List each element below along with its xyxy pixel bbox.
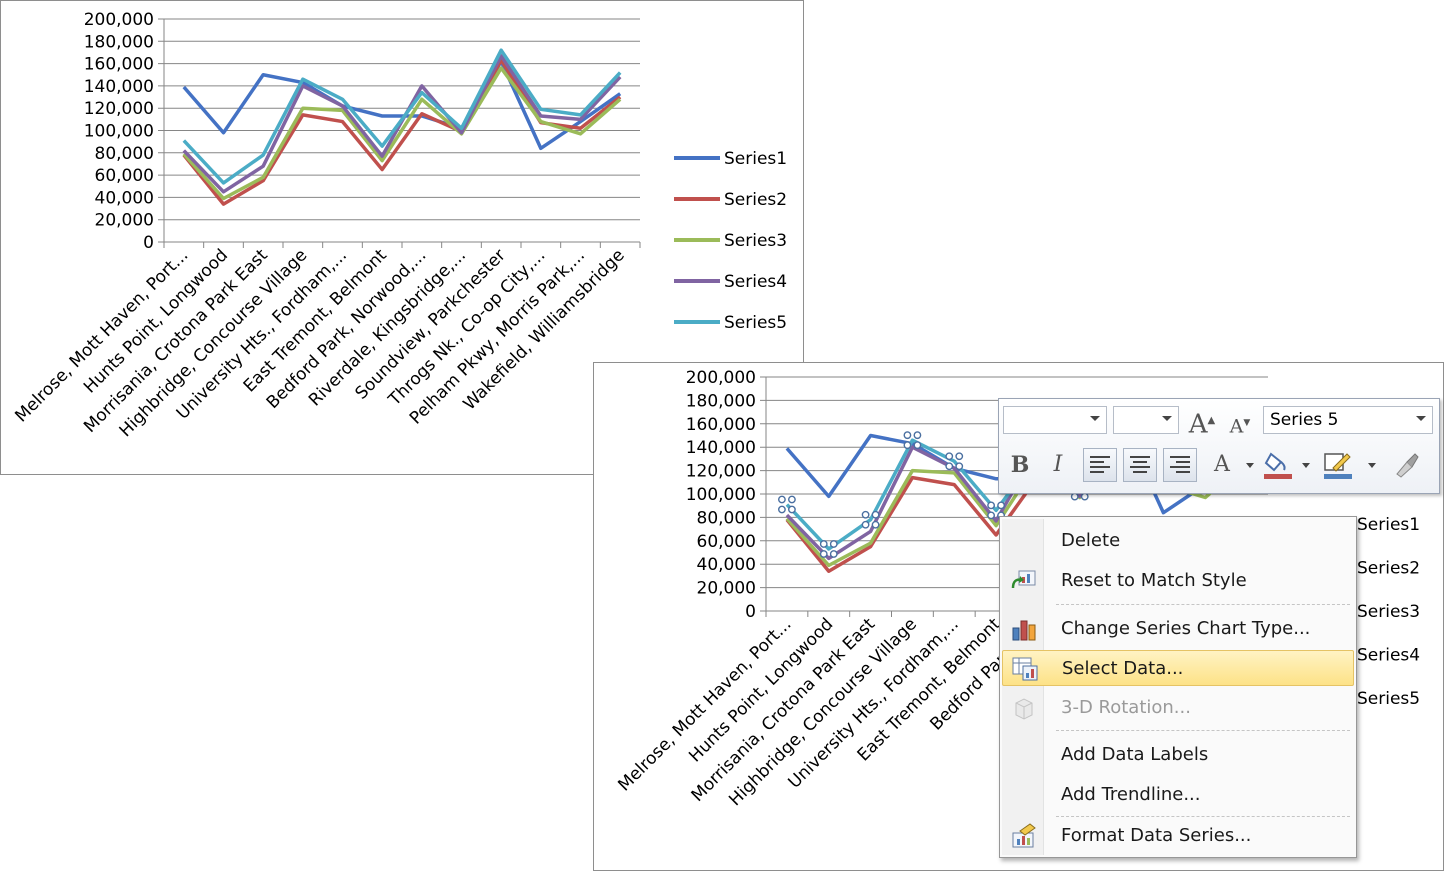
menu-item-label: Format Data Series... <box>1061 825 1252 846</box>
grow-font-button[interactable]: A▲ <box>1185 404 1219 440</box>
y-tick-label: 160,000 <box>84 55 154 75</box>
grow-font-icon: A <box>1188 409 1208 440</box>
bar-chart-icon <box>1012 620 1036 641</box>
menu-separator <box>1056 816 1350 817</box>
y-tick-label: 200,000 <box>84 10 154 30</box>
brush-icon <box>1396 453 1419 478</box>
font-name-combo[interactable] <box>1003 406 1107 434</box>
y-tick-label: 120,000 <box>686 462 756 482</box>
y-tick-label: 60,000 <box>95 166 154 186</box>
fill-color-dropdown-icon[interactable] <box>1302 463 1310 468</box>
legend-entry[interactable]: Series1 <box>724 149 787 169</box>
menu-item-reset-style[interactable]: Reset to Match Style <box>1002 563 1354 599</box>
align-left-icon <box>1090 456 1110 473</box>
y-tick-label: 0 <box>745 602 756 622</box>
menu-item-format-data-series[interactable]: Format Data Series... <box>1002 818 1354 854</box>
y-tick-label: 160,000 <box>686 415 756 435</box>
menu-item-label: Select Data... <box>1062 658 1184 679</box>
select-data-icon <box>1012 657 1038 681</box>
shrink-font-icon: A <box>1229 415 1244 438</box>
menu-item-label: 3-D Rotation... <box>1061 697 1191 718</box>
font-color-icon: A <box>1214 452 1230 477</box>
font-size-combo[interactable] <box>1113 406 1179 434</box>
y-tick-label: 20,000 <box>95 211 154 231</box>
y-tick-label: 180,000 <box>84 32 154 52</box>
paint-bucket-icon <box>1264 452 1292 479</box>
context-menu: Delete Reset to Match Style Change Serie… <box>999 516 1357 858</box>
align-center-button[interactable] <box>1123 448 1157 482</box>
menu-item-add-data-labels[interactable]: Add Data Labels <box>1002 737 1354 773</box>
y-tick-label: 100,000 <box>686 485 756 505</box>
y-tick-label: 140,000 <box>686 438 756 458</box>
menu-item-3d-rotation: 3-D Rotation... <box>1002 690 1354 726</box>
legend-entry[interactable]: Series1 <box>1357 515 1420 535</box>
y-tick-label: 60,000 <box>697 532 756 552</box>
format-painter-button[interactable] <box>1389 448 1423 482</box>
menu-item-select-data[interactable]: Select Data... <box>1002 650 1354 686</box>
italic-icon: I <box>1053 452 1063 477</box>
y-tick-label: 40,000 <box>697 555 756 575</box>
y-tick-label: 180,000 <box>686 391 756 411</box>
cube-icon <box>1015 698 1033 720</box>
bold-icon: B <box>1010 452 1030 478</box>
menu-separator <box>1056 730 1350 731</box>
series-selector-value: Series 5 <box>1270 410 1339 430</box>
y-tick-label: 100,000 <box>84 122 154 142</box>
menu-item-add-trendline[interactable]: Add Trendline... <box>1002 777 1354 813</box>
y-tick-label: 120,000 <box>84 99 154 119</box>
fill-color-button[interactable] <box>1261 448 1295 482</box>
outline-color-button[interactable] <box>1321 448 1355 482</box>
legend-entry[interactable]: Series2 <box>724 190 787 210</box>
y-tick-label: 80,000 <box>95 144 154 164</box>
menu-separator <box>1056 604 1350 605</box>
legend-entry[interactable]: Series5 <box>724 313 787 333</box>
mini-toolbar: A▲ A▼ Series 5 B I A <box>998 398 1440 494</box>
y-tick-label: 200,000 <box>686 368 756 388</box>
menu-item-label: Reset to Match Style <box>1061 570 1247 591</box>
italic-button[interactable]: I <box>1041 448 1075 482</box>
menu-item-label: Delete <box>1061 530 1121 551</box>
shrink-font-button[interactable]: A▼ <box>1223 406 1257 440</box>
y-tick-label: 80,000 <box>697 508 756 528</box>
y-tick-label: 20,000 <box>697 579 756 599</box>
outline-color-dropdown-icon[interactable] <box>1368 463 1376 468</box>
legend-entry[interactable]: Series3 <box>1357 602 1420 622</box>
menu-item-delete[interactable]: Delete <box>1002 523 1354 559</box>
legend-entry[interactable]: Series3 <box>724 231 787 251</box>
series-selector-combo[interactable]: Series 5 <box>1263 406 1433 434</box>
menu-item-change-chart-type[interactable]: Change Series Chart Type... <box>1002 611 1354 647</box>
menu-item-label: Change Series Chart Type... <box>1061 618 1311 639</box>
bold-button[interactable]: B <box>1003 448 1037 482</box>
align-right-icon <box>1170 456 1190 473</box>
y-tick-label: 140,000 <box>84 77 154 97</box>
font-color-dropdown-icon[interactable] <box>1246 463 1254 468</box>
legend-entry[interactable]: Series4 <box>1357 646 1420 666</box>
format-series-icon <box>1012 823 1036 848</box>
x-tick-label: Morrisania, Crotona Park East <box>688 614 880 806</box>
y-tick-label: 0 <box>143 233 154 253</box>
reset-style-icon <box>1011 570 1036 589</box>
series-line-series1[interactable] <box>182 59 622 151</box>
align-right-button[interactable] <box>1163 448 1197 482</box>
legend-entry[interactable]: Series2 <box>1357 559 1420 579</box>
y-tick-label: 40,000 <box>95 188 154 208</box>
font-color-button[interactable]: A <box>1205 448 1239 482</box>
legend-entry[interactable]: Series4 <box>724 272 787 292</box>
align-center-icon <box>1130 456 1150 473</box>
menu-item-label: Add Data Labels <box>1061 744 1209 765</box>
pencil-outline-icon <box>1324 453 1352 479</box>
series-line-series3[interactable] <box>182 66 622 201</box>
legend-entry[interactable]: Series5 <box>1357 689 1420 709</box>
menu-item-label: Add Trendline... <box>1061 784 1201 805</box>
align-left-button[interactable] <box>1083 448 1117 482</box>
